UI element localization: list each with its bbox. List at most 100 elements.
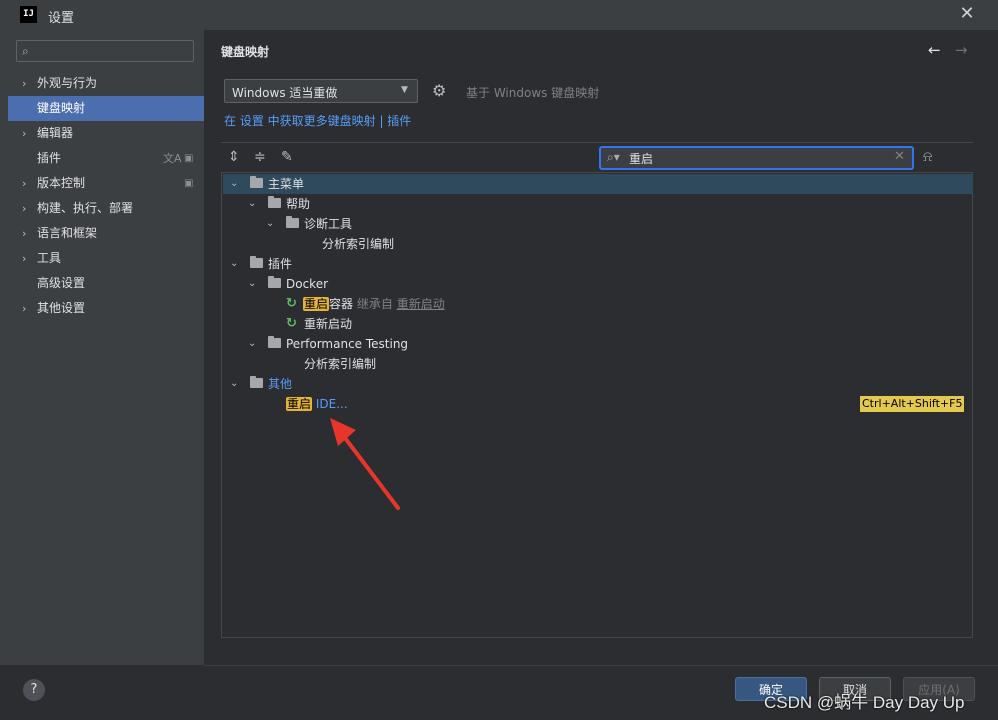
tree-row-label: 诊断工具 (304, 217, 353, 231)
sidebar-item-keymap[interactable]: 键盘映射 (8, 96, 204, 121)
tree-row[interactable]: 分析索引编制 (223, 234, 973, 254)
annotation-arrow-icon (330, 418, 400, 510)
chevron-down-icon: ⌄ (230, 178, 239, 189)
sidebar-item-plugins[interactable]: 插件 文A ▣ (8, 146, 204, 171)
watermark: CSDN @蜗牛 Day Day Up (764, 693, 965, 712)
tree-row[interactable]: ⌄ Docker (223, 274, 973, 294)
sidebar-item-label: 构建、执行、部署 (37, 201, 134, 215)
chevron-right-icon: › (22, 252, 27, 265)
get-more-keymaps-link[interactable]: 在 设置 中获取更多键盘映射 | 插件 (224, 112, 411, 129)
sidebar-search[interactable]: ⌕ (16, 40, 194, 62)
sidebar-item-label: 键盘映射 (37, 101, 86, 115)
other-folder-icon (250, 376, 263, 388)
menu-folder-icon (250, 176, 263, 188)
chevron-down-icon: ⌄ (230, 378, 239, 389)
sidebar-search-input[interactable] (39, 43, 193, 61)
search-highlight: 重启 (303, 297, 330, 311)
tree-row-label: Performance Testing (286, 337, 409, 351)
chevron-down-icon: ▼ (401, 85, 408, 95)
chevron-right-icon: › (22, 302, 27, 315)
folder-icon (250, 256, 263, 268)
sidebar-item-label: 高级设置 (37, 276, 86, 290)
search-highlight: 重启 (286, 397, 313, 411)
tree-row[interactable]: ⌄ 其他 (223, 374, 973, 394)
inherit-link[interactable]: 重新启动 (397, 297, 445, 311)
sidebar-item-editor[interactable]: › 编辑器 (8, 121, 204, 146)
sidebar-item-label: 版本控制 (37, 176, 86, 190)
tree-row[interactable]: ⌄ 诊断工具 (223, 214, 973, 234)
arrow-left-icon[interactable]: ← (928, 41, 941, 59)
expand-all-icon[interactable]: ⇕ (228, 149, 240, 165)
tree-row-label: 帮助 (286, 197, 311, 211)
divider (204, 665, 998, 666)
shortcut-badge: Ctrl+Alt+Shift+F5 (860, 396, 965, 412)
edit-shortcut-icon[interactable]: ✎ (281, 149, 293, 165)
find-by-shortcut-icon[interactable]: ⍾ (923, 149, 932, 165)
chevron-right-icon: › (22, 227, 27, 240)
tree-row-label: 主菜单 (268, 177, 305, 191)
sidebar-item-build[interactable]: › 构建、执行、部署 (8, 196, 204, 221)
close-icon[interactable]: ✕ (956, 3, 978, 25)
chevron-down-icon: ⌄ (248, 198, 257, 209)
search-icon: ⌕ (22, 44, 29, 58)
tree-row[interactable]: ⌄ 帮助 (223, 194, 973, 214)
keymap-select-value: Windows 适当重做 (232, 86, 338, 100)
tree-row-label: 容器 (329, 297, 354, 311)
tree-row-label: 重新启动 (304, 317, 353, 331)
window-title: 设置 (48, 11, 75, 26)
tree-row-label: 其他 (268, 377, 293, 391)
sidebar-item-label: 其他设置 (37, 301, 86, 315)
search-icon: ⌕▾ (607, 150, 620, 164)
help-button[interactable]: ? (23, 679, 45, 701)
chevron-right-icon: › (22, 127, 27, 140)
tree-row[interactable]: 重启 IDE... Ctrl+Alt+Shift+F5 (223, 394, 973, 414)
keymap-tree: ⌄ 主菜单 ⌄ 帮助 ⌄ 诊断工具 分析索引编制 ⌄ 插件 ⌄ Docker ↻… (221, 172, 973, 638)
based-on-text: 基于 Windows 键盘映射 (466, 86, 600, 100)
chevron-down-icon: ⌄ (230, 258, 239, 269)
sidebar-item-vcs[interactable]: › 版本控制 ▣ (8, 171, 204, 196)
sidebar-item-label: 语言和框架 (37, 226, 98, 240)
tree-row-label: 分析索引编制 (322, 237, 395, 251)
project-level-icon: ▣ (184, 153, 194, 164)
sidebar-item-advanced[interactable]: 高级设置 (8, 271, 204, 296)
sidebar-item-languages[interactable]: › 语言和框架 (8, 221, 204, 246)
clear-icon[interactable]: ✕ (894, 149, 905, 164)
tree-row[interactable]: ⌄ 主菜单 (223, 174, 973, 194)
intellij-logo-icon: IJ (20, 6, 37, 23)
keymap-select[interactable]: Windows 适当重做 ▼ (224, 79, 418, 103)
chevron-down-icon: ⌄ (248, 278, 257, 289)
folder-icon (286, 216, 299, 228)
tree-row-label: Docker (286, 277, 329, 291)
tree-row[interactable]: ↻ 重启容器 继承自 重新启动 (223, 294, 973, 314)
title-bar: IJ 设置 ✕ (0, 0, 998, 30)
chevron-right-icon: › (22, 77, 27, 90)
search-value: 重启 (629, 152, 654, 166)
sidebar-item-other[interactable]: › 其他设置 (8, 296, 204, 321)
sidebar-item-label: 插件 (37, 151, 62, 165)
gear-icon[interactable]: ⚙ (432, 81, 446, 100)
restart-icon: ↻ (286, 316, 297, 331)
sidebar-item-label: 工具 (37, 251, 62, 265)
collapse-all-icon[interactable]: ≑ (254, 149, 266, 165)
sidebar-item-label: 编辑器 (37, 126, 74, 140)
tree-row[interactable]: ⌄ Performance Testing (223, 334, 973, 354)
project-level-icon: ▣ (184, 178, 194, 189)
chevron-right-icon: › (22, 177, 27, 190)
tree-row[interactable]: ⌄ 插件 (223, 254, 973, 274)
sidebar-item-appearance[interactable]: › 外观与行为 (8, 71, 204, 96)
page-title: 键盘映射 (221, 45, 270, 59)
folder-icon (268, 196, 281, 208)
folder-icon (268, 276, 281, 288)
tree-row[interactable]: ↻ 重新启动 (223, 314, 973, 334)
chevron-right-icon: › (22, 202, 27, 215)
sidebar-item-label: 外观与行为 (37, 76, 98, 90)
folder-icon (268, 336, 281, 348)
tree-row-label: 插件 (268, 257, 293, 271)
tree-row-label: 分析索引编制 (304, 357, 377, 371)
translate-icon: 文A (163, 152, 182, 165)
arrow-right-icon: → (955, 41, 968, 59)
inherit-label: 继承自 (356, 297, 393, 311)
keymap-search-input[interactable]: ⌕▾ 重启 ✕ (599, 146, 914, 170)
tree-row[interactable]: 分析索引编制 (223, 354, 973, 374)
sidebar-item-tools[interactable]: › 工具 (8, 246, 204, 271)
